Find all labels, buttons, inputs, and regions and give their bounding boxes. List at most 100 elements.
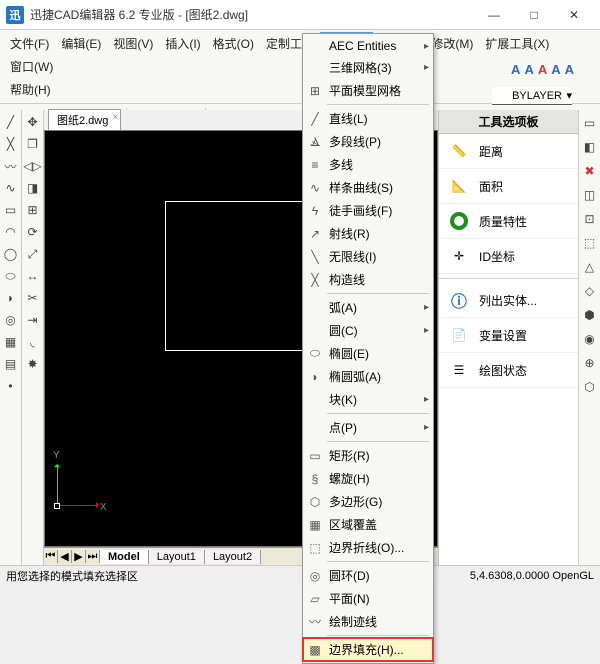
text-style-a-icon[interactable]: A (511, 62, 520, 77)
tab-next-icon[interactable]: ▶ (72, 550, 86, 563)
array-icon[interactable]: ⊞ (23, 200, 43, 220)
menu-item-freehand[interactable]: ϟ徒手画线(F) (303, 199, 433, 222)
trim-icon[interactable]: ✂ (23, 288, 43, 308)
arc-icon[interactable]: ◠ (1, 222, 21, 242)
menu-item-region[interactable]: ▦区域覆盖 (303, 513, 433, 536)
layout-tab-2[interactable]: Layout2 (205, 550, 261, 564)
copy2-icon[interactable]: ❐ (23, 134, 43, 154)
tab-last-icon[interactable]: ⏭ (86, 550, 100, 563)
polygon-icon: ⬡ (307, 495, 323, 509)
rotate-icon[interactable]: ⟳ (23, 222, 43, 242)
palette-item-dstate[interactable]: ☰ 绘图状态 (439, 353, 578, 388)
menu-insert[interactable]: 插入(I) (159, 32, 206, 55)
menu-item-bhatch[interactable]: ▩边界填充(H)... (303, 638, 433, 661)
rect-icon[interactable]: ▭ (1, 200, 21, 220)
tab-first-icon[interactable]: ⏮ (44, 550, 58, 563)
menu-item-elarc[interactable]: ◗椭圆弧(A) (303, 365, 433, 388)
scale-icon[interactable]: ⤢ (23, 244, 43, 264)
tool-icon[interactable]: △ (579, 256, 600, 278)
menu-item-donut[interactable]: ◎圆环(D) (303, 564, 433, 587)
menu-format[interactable]: 格式(O) (207, 32, 260, 55)
sheet-icon: 📄 (445, 324, 473, 346)
menu-item-aec[interactable]: AEC Entities▸ (303, 36, 433, 56)
circle-icon[interactable]: ◯ (1, 244, 21, 264)
point-icon[interactable]: • (1, 376, 21, 396)
menu-item-block[interactable]: 块(K)▸ (303, 388, 433, 411)
hatch-icon[interactable]: ▦ (1, 332, 21, 352)
extend-icon[interactable]: ⇥ (23, 310, 43, 330)
menu-item-point[interactable]: 点(P)▸ (303, 416, 433, 439)
tool-icon[interactable]: ◫ (579, 184, 600, 206)
document-tab[interactable]: 图纸2.dwg × (48, 109, 121, 130)
text-style-a-icon[interactable]: A (565, 62, 574, 77)
explode2-icon[interactable]: ✸ (23, 354, 43, 374)
donut-icon[interactable]: ◎ (1, 310, 21, 330)
palette-item-mass[interactable]: 质量特性 (439, 204, 578, 239)
offset-icon[interactable]: ◨ (23, 178, 43, 198)
palette-item-area[interactable]: 📐 面积 (439, 169, 578, 204)
menu-edit[interactable]: 编辑(E) (55, 32, 107, 55)
menu-item-helix[interactable]: §螺旋(H) (303, 467, 433, 490)
mirror-icon[interactable]: ◁▷ (23, 156, 43, 176)
menu-item-xline[interactable]: ╳构造线 (303, 268, 433, 291)
text-style-a-icon[interactable]: A (538, 62, 547, 77)
menu-item-spline[interactable]: ∿样条曲线(S) (303, 176, 433, 199)
move-icon[interactable]: ✥ (23, 112, 43, 132)
menu-item-flatmesh[interactable]: ⊞平面模型网格 (303, 79, 433, 102)
tool-icon[interactable]: ⬚ (579, 232, 600, 254)
menu-item-label: 构造线 (329, 271, 365, 288)
menu-item-polygon[interactable]: ⬡多边形(G) (303, 490, 433, 513)
menu-item-revcloud[interactable]: 〰绘制迹线 (303, 610, 433, 633)
linetype-combo[interactable]: BYLAYER ▾ (492, 87, 572, 105)
menu-window[interactable]: 窗口(W) (4, 55, 59, 78)
menu-help[interactable]: 帮助(H) (4, 78, 57, 101)
menu-item-ray[interactable]: ↗射线(R) (303, 222, 433, 245)
minimize-button[interactable]: ― (474, 0, 514, 30)
region-icon[interactable]: ▤ (1, 354, 21, 374)
menu-extend[interactable]: 扩展工具(X) (479, 32, 555, 55)
tab-prev-icon[interactable]: ◀ (58, 550, 72, 563)
xline-icon[interactable]: ╳ (1, 134, 21, 154)
text-style-a-icon[interactable]: A (524, 62, 533, 77)
palette-item-distance[interactable]: 📏 距离 (439, 134, 578, 169)
menu-item-xray[interactable]: ╲无限线(I) (303, 245, 433, 268)
stretch-icon[interactable]: ↔ (23, 266, 43, 286)
menu-item-mline[interactable]: ≡多线 (303, 153, 433, 176)
menu-item-mesh3d[interactable]: 三维网格(3)▸ (303, 56, 433, 79)
menu-item-bpoly[interactable]: ⬚边界折线(O)... (303, 536, 433, 559)
line-icon[interactable]: ╱ (1, 112, 21, 132)
tool-icon[interactable]: ⊡ (579, 208, 600, 230)
close-tab-icon[interactable]: × (113, 112, 119, 123)
erase-icon[interactable]: ✖ (579, 160, 600, 182)
close-button[interactable]: ✕ (554, 0, 594, 30)
tool-icon[interactable]: ▭ (579, 112, 600, 134)
spline-icon[interactable]: ∿ (1, 178, 21, 198)
menu-view[interactable]: 视图(V) (107, 32, 159, 55)
menu-item-circle[interactable]: 圆(C)▸ (303, 319, 433, 342)
palette-item-var[interactable]: 📄 变量设置 (439, 318, 578, 353)
menu-item-ellipse[interactable]: ⬭椭圆(E) (303, 342, 433, 365)
menu-file[interactable]: 文件(F) (4, 32, 55, 55)
tool-icon[interactable]: ⊕ (579, 352, 600, 374)
elarc-icon[interactable]: ◗ (1, 288, 21, 308)
fillet-icon[interactable]: ◟ (23, 332, 43, 352)
menu-item-arc[interactable]: 弧(A)▸ (303, 296, 433, 319)
tool-icon[interactable]: ◧ (579, 136, 600, 158)
menu-item-pline[interactable]: Ⳛ多段线(P) (303, 130, 433, 153)
palette-item-list[interactable]: ⓘ 列出实体... (439, 283, 578, 318)
pline-icon[interactable]: 〰 (1, 156, 21, 176)
palette-item-id[interactable]: ✛ ID坐标 (439, 239, 578, 274)
menu-item-plane[interactable]: ▱平面(N) (303, 587, 433, 610)
ellipse-icon[interactable]: ⬭ (1, 266, 21, 286)
maximize-button[interactable]: □ (514, 0, 554, 30)
tool-icon[interactable]: ◉ (579, 328, 600, 350)
layout-tab-model[interactable]: Model (100, 550, 149, 564)
text-style-a-icon[interactable]: A (551, 62, 560, 77)
menu-item-line[interactable]: ╱直线(L) (303, 107, 433, 130)
palette-label: 列出实体... (479, 292, 537, 309)
tool-icon[interactable]: ⬡ (579, 376, 600, 398)
menu-item-rect[interactable]: ▭矩形(R) (303, 444, 433, 467)
layout-tab-1[interactable]: Layout1 (149, 550, 205, 564)
tool-icon[interactable]: ◇ (579, 280, 600, 302)
tool-icon[interactable]: ⬢ (579, 304, 600, 326)
